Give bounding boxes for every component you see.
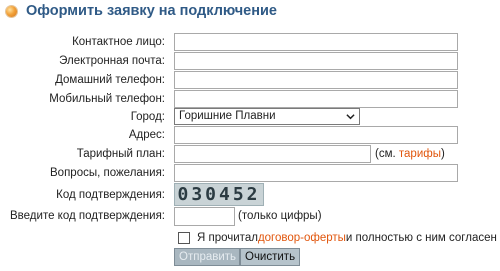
tariff-input[interactable] xyxy=(174,145,371,163)
address-label: Адрес: xyxy=(128,129,165,141)
city-select-value: Горишние Плавни xyxy=(179,110,276,122)
home-phone-label: Домашний телефон: xyxy=(55,74,165,86)
questions-input[interactable] xyxy=(174,164,458,182)
code-label: Код подтверждения: xyxy=(56,189,165,201)
agree-row: Я прочитал договор-оферты и полностью с … xyxy=(178,231,497,245)
home-phone-input[interactable] xyxy=(174,71,458,89)
captcha-image: 030452 xyxy=(174,183,264,206)
row-home-phone: Домашний телефон: xyxy=(0,71,500,89)
offer-link[interactable]: договор-оферты xyxy=(258,232,346,244)
questions-label: Вопросы, пожелания: xyxy=(50,167,165,179)
tariff-note: (см. тарифы) xyxy=(375,145,445,163)
email-input[interactable] xyxy=(174,52,458,70)
chevron-down-icon xyxy=(346,114,355,120)
agree-prefix: Я прочитал xyxy=(197,232,258,244)
tariff-note-suffix: ) xyxy=(440,148,445,160)
row-email: Электронная почта: xyxy=(0,52,500,70)
mobile-phone-input[interactable] xyxy=(174,90,458,108)
row-address: Адрес: xyxy=(0,126,500,144)
code-input[interactable] xyxy=(174,207,235,226)
tariff-label: Тарифный план: xyxy=(76,148,165,160)
enter-code-label: Введите код подтверждения: xyxy=(10,210,165,222)
row-city: Город: Горишние Плавни xyxy=(0,108,500,126)
row-tariff: Тарифный план: (см. тарифы) xyxy=(0,145,500,163)
row-mobile-phone: Мобильный телефон: xyxy=(0,90,500,108)
row-captcha: Код подтверждения: 030452 xyxy=(0,183,500,206)
clear-button[interactable]: Очистить xyxy=(240,248,300,266)
city-label: Город: xyxy=(130,111,165,123)
bullet-icon xyxy=(6,5,17,17)
digits-only-note: (только цифры) xyxy=(238,210,322,222)
email-label: Электронная почта: xyxy=(59,55,165,67)
page-header: Оформить заявку на подключение xyxy=(6,1,277,21)
mobile-phone-label: Мобильный телефон: xyxy=(49,93,165,105)
row-questions: Вопросы, пожелания: xyxy=(0,164,500,182)
agree-checkbox[interactable] xyxy=(178,232,190,244)
contact-label: Контактное лицо: xyxy=(72,36,165,48)
submit-button[interactable]: Отправить xyxy=(174,248,240,266)
address-input[interactable] xyxy=(174,126,458,144)
tariff-note-prefix: (см. xyxy=(375,148,399,160)
tariffs-link[interactable]: тарифы xyxy=(399,148,441,160)
contact-input[interactable] xyxy=(174,33,458,51)
agree-suffix: и полностью с ним согласен xyxy=(345,232,497,244)
city-select[interactable]: Горишние Плавни xyxy=(174,108,360,125)
row-enter-code: Введите код подтверждения: (только цифры… xyxy=(0,207,500,226)
row-contact: Контактное лицо: xyxy=(0,33,500,51)
page-title: Оформить заявку на подключение xyxy=(26,3,277,19)
